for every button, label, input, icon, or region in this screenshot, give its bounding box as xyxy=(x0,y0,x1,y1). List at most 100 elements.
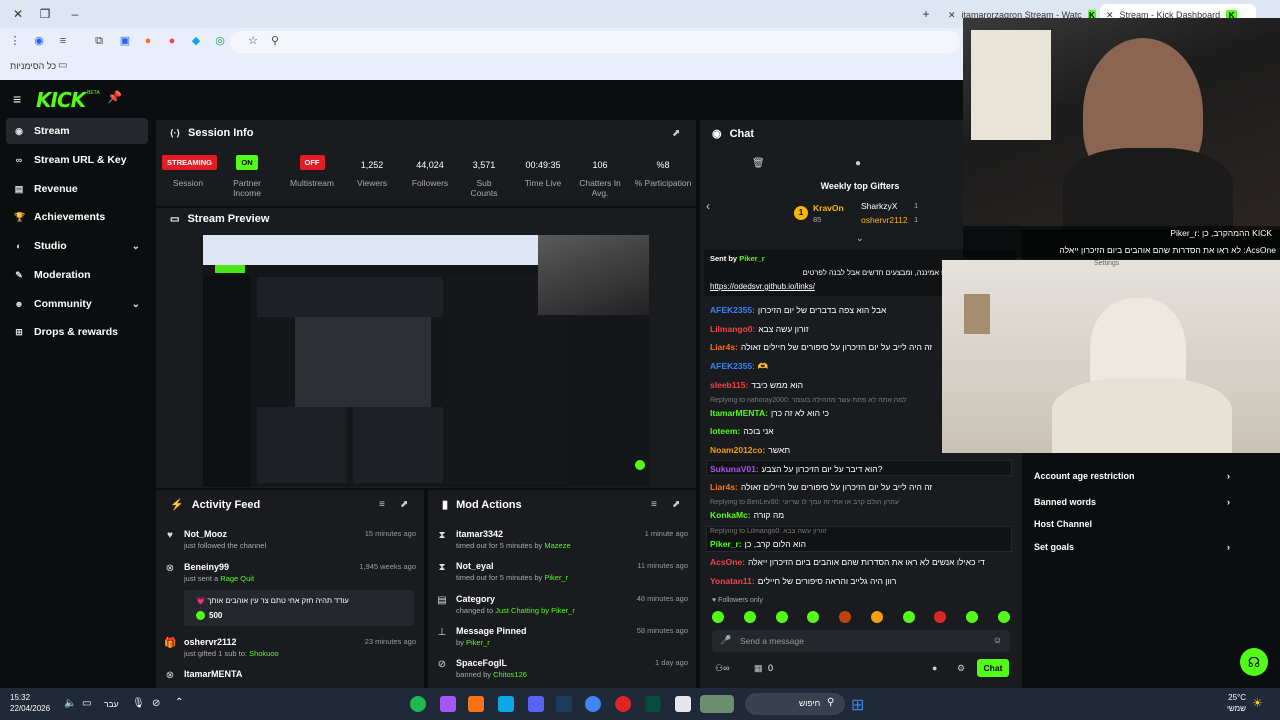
chat-message[interactable]: Piker_r: הוא הלום קרב, כן xyxy=(710,539,1010,549)
chat-message[interactable]: Yonatan11: רוון היה גלייב והראה סיפורים ש… xyxy=(710,576,1010,586)
chat-message[interactable]: KonkaMc: מה קורה xyxy=(710,510,1010,520)
app-icon[interactable] xyxy=(440,696,456,712)
chat-username[interactable]: Piker_r: xyxy=(710,539,742,549)
file-explorer-icon[interactable] xyxy=(675,696,691,712)
chat-username[interactable]: Noam2012co: xyxy=(710,445,765,455)
mic-icon[interactable]: 🎙 xyxy=(132,698,145,709)
chat-username[interactable]: ItamarMENTA: xyxy=(710,408,768,418)
extension-icon[interactable]: ▣ xyxy=(118,34,132,48)
sidebar-item-achievements[interactable]: 🏆 Achievements xyxy=(6,204,148,230)
windows-start-icon[interactable]: ⊞ xyxy=(851,695,864,715)
emote-icon[interactable] xyxy=(966,611,979,623)
send-chat-button[interactable]: Chat xyxy=(977,659,1009,677)
chat-username[interactable]: KonkaMc: xyxy=(710,510,751,520)
extensions-puzzle-icon[interactable]: ⧉ xyxy=(92,34,106,48)
extension-icon[interactable]: ≡ xyxy=(56,34,70,48)
menu-item-account-age[interactable]: Account age restriction › xyxy=(1034,471,1230,481)
network-icon[interactable]: ▭ xyxy=(82,698,91,709)
trash-icon[interactable]: 🗑 xyxy=(752,158,765,169)
chat-input[interactable]: 🎤 Send a message ☺ xyxy=(712,630,1010,652)
system-clock[interactable]: 15:32 22/04/2026 xyxy=(10,692,50,714)
emoji-icon[interactable]: ☺ xyxy=(993,635,1002,645)
extension-icon[interactable]: ◎ xyxy=(213,34,227,48)
pinned-user[interactable]: Piker_r xyxy=(739,254,764,263)
chat-username[interactable]: AcsOne: xyxy=(710,557,745,567)
chat-username[interactable]: sleeb115: xyxy=(710,380,748,390)
app-icon[interactable] xyxy=(498,696,514,712)
menu-item-host-channel[interactable]: Host Channel xyxy=(1034,519,1230,529)
chat-message[interactable]: SukunaV01: הוא דיבר על יום הזיכרון על הצב… xyxy=(710,464,1010,474)
bookmark-star-icon[interactable]: ☆ xyxy=(246,34,260,48)
emote-icon[interactable] xyxy=(997,611,1010,623)
mod-by[interactable]: Just Chatting by Piker_r xyxy=(495,606,575,615)
close-window-icon[interactable]: ✕ xyxy=(10,6,26,22)
chevron-left-icon[interactable]: ‹ xyxy=(706,199,710,213)
steam-icon[interactable] xyxy=(556,696,572,712)
emote-icon[interactable] xyxy=(902,611,915,623)
chat-bubble-icon[interactable]: ● xyxy=(855,158,861,169)
emote-icon[interactable] xyxy=(807,611,820,623)
sidebar-item-community[interactable]: ☻ Community ⌄ xyxy=(6,291,148,317)
speaker-icon[interactable]: 🔈 xyxy=(64,698,76,709)
mod-by[interactable]: Piker_r xyxy=(544,573,568,582)
filter-icon[interactable]: ≡ xyxy=(651,499,657,510)
pinned-link[interactable]: https://odedsvr.github.io/links/ xyxy=(710,282,815,291)
discord-icon[interactable] xyxy=(528,696,544,712)
filter-icon[interactable]: ≡ xyxy=(379,499,385,510)
gifter-name[interactable]: oshervr2112 xyxy=(861,215,908,225)
gear-icon[interactable]: ⚙ xyxy=(957,663,965,674)
emote-icon[interactable] xyxy=(934,611,947,623)
input-language[interactable]: עבר xyxy=(104,699,119,709)
chat-username[interactable]: AFEK2355: xyxy=(710,305,755,315)
extension-icon[interactable]: ● xyxy=(165,34,179,48)
gifter-name[interactable]: KravOn xyxy=(813,203,844,213)
chat-username[interactable]: Liar4s: xyxy=(710,482,738,492)
menu-dots-icon[interactable]: ⋮ xyxy=(8,34,22,48)
hamburger-menu-icon[interactable]: ≡ xyxy=(13,91,21,107)
activity-username[interactable]: ItamarMENTA xyxy=(184,669,416,679)
sidebar-item-revenue[interactable]: ▤ Revenue xyxy=(6,176,148,202)
obs-icon[interactable] xyxy=(615,696,631,712)
popout-icon[interactable]: ⬈ xyxy=(672,499,680,510)
app-icon[interactable] xyxy=(645,696,661,712)
mod-by[interactable]: Piker_r xyxy=(466,638,490,647)
gifter-name[interactable]: SharkzyX xyxy=(861,201,897,211)
chevron-up-icon[interactable]: ⌃ xyxy=(175,697,183,708)
mod-target[interactable]: SpaceFogIL xyxy=(456,658,688,668)
chat-username[interactable]: Liar4s: xyxy=(710,342,738,352)
address-bar[interactable] xyxy=(230,31,960,53)
chat-username[interactable]: Lilmango0: xyxy=(710,324,755,334)
restore-window-icon[interactable]: ❐ xyxy=(37,6,53,22)
sidebar-item-studio[interactable]: ◐ Studio ⌄ xyxy=(6,233,148,259)
chat-username[interactable]: AFEK2355: xyxy=(710,361,755,371)
chevron-down-icon[interactable]: ⌄ xyxy=(856,233,864,244)
popout-icon[interactable]: ⬈ xyxy=(672,128,680,139)
emote-icon[interactable] xyxy=(775,611,788,623)
new-tab-icon[interactable]: + xyxy=(918,6,934,22)
chat-message[interactable]: AcsOne: די כאילו אנשים לא ראו את הסדרות ש… xyxy=(710,557,1010,567)
sidebar-item-stream-url[interactable]: ∞ Stream URL & Key xyxy=(6,147,148,173)
menu-item-banned-words[interactable]: Banned words › xyxy=(1034,497,1230,507)
support-icon[interactable]: ☊ xyxy=(1240,648,1268,676)
popout-icon[interactable]: ⬈ xyxy=(400,499,408,510)
emote-icon[interactable] xyxy=(839,611,852,623)
widgets-icon[interactable] xyxy=(700,695,734,713)
gift-recipient[interactable]: Shokuoo xyxy=(249,649,279,658)
notification-off-icon[interactable]: ⊘ xyxy=(152,698,160,709)
menu-item-set-goals[interactable]: Set goals › xyxy=(1034,542,1230,552)
mod-by[interactable]: Chitos126 xyxy=(493,670,527,679)
app-icon[interactable] xyxy=(468,696,484,712)
chrome-icon[interactable] xyxy=(585,696,601,712)
chat-username[interactable]: loteem: xyxy=(710,426,740,436)
users-icon[interactable]: ⚇∞ xyxy=(715,663,729,674)
kick-logo[interactable]: KICK xyxy=(36,88,86,112)
mod-by[interactable]: Mazeze xyxy=(544,541,570,550)
emote-icon[interactable] xyxy=(743,611,756,623)
emote-icon[interactable] xyxy=(712,611,724,623)
sidebar-item-moderation[interactable]: ✎ Moderation xyxy=(6,262,148,288)
sidebar-item-drops[interactable]: ⊞ Drops & rewards xyxy=(6,319,148,345)
all-bookmarks-link[interactable]: כל הסימניות xyxy=(10,61,56,71)
close-tab-icon[interactable]: ✕ xyxy=(948,4,956,26)
spotify-icon[interactable] xyxy=(410,696,426,712)
chat-bubble-icon[interactable]: ● xyxy=(932,663,937,673)
